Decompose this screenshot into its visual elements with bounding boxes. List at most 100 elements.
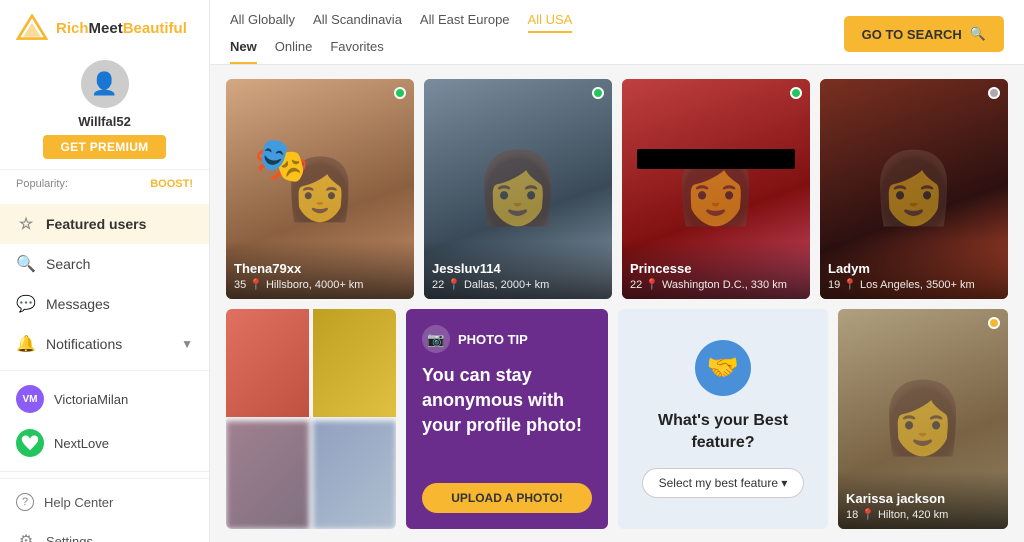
online-indicator <box>988 317 1000 329</box>
sidebar-item-search[interactable]: 🔍 Search <box>0 244 209 284</box>
star-icon: ☆ <box>16 214 36 234</box>
location: Hilton, 420 km <box>878 509 948 521</box>
location: Washington D.C., 330 km <box>662 279 787 291</box>
popularity-row: Popularity: BOOST! <box>0 170 209 194</box>
type-filter: New Online Favorites <box>230 39 572 64</box>
pin-icon: 📍 <box>249 278 263 291</box>
card-info: Princesse 22 📍 Washington D.C., 330 km <box>622 241 810 299</box>
age: 35 <box>234 279 246 291</box>
bottom-nav: ? Help Center ⚙ Settings ↪ Logout <box>0 478 209 542</box>
handshake-icon: 🤝 <box>695 340 751 396</box>
card-info: Jessluv114 22 📍 Dallas, 2000+ km <box>424 241 612 299</box>
card-name: Jessluv114 <box>432 261 604 276</box>
partner-nextlove[interactable]: NextLove <box>0 421 209 465</box>
small-card-1[interactable] <box>226 309 309 417</box>
camera-icon: 📷 <box>422 325 450 353</box>
user-card-karissa[interactable]: 👩 Karissa jackson 18 📍 Hilton, 420 km <box>838 309 1008 529</box>
main-header: All Globally All Scandinavia All East Eu… <box>210 0 1024 65</box>
photo-tip-header: 📷 PHOTO TIP <box>422 325 592 353</box>
search-icon: 🔍 <box>970 26 986 42</box>
user-card-thena[interactable]: 👩 🎭 Thena79xx 35 📍 Hillsboro, 4000+ km <box>226 79 414 299</box>
pin-icon: 📍 <box>843 278 857 291</box>
filter-tabs: All Globally All Scandinavia All East Eu… <box>230 12 572 64</box>
card-details: 22 📍 Washington D.C., 330 km <box>630 278 802 291</box>
card-info: Thena79xx 35 📍 Hillsboro, 4000+ km <box>226 241 414 299</box>
sidebar-item-featured[interactable]: ☆ Featured users <box>0 204 209 244</box>
region-all-globally[interactable]: All Globally <box>230 12 295 33</box>
go-to-search-button[interactable]: GO TO SEARCH 🔍 <box>844 16 1004 52</box>
vm-logo: VM <box>16 385 44 413</box>
sidebar-item-label: Notifications <box>46 336 122 352</box>
user-card-princesse[interactable]: 👩 Princesse 22 📍 Washington D.C., 330 km <box>622 79 810 299</box>
gear-icon: ⚙ <box>16 531 36 542</box>
second-row: 📷 PHOTO TIP You can stay anonymous with … <box>226 309 1008 529</box>
type-favorites[interactable]: Favorites <box>330 39 383 64</box>
small-card-2[interactable] <box>313 309 396 417</box>
main-nav: ☆ Featured users 🔍 Search 💬 Messages 🔔 N… <box>0 204 209 364</box>
photo-tip-title: PHOTO TIP <box>458 332 528 347</box>
age: 22 <box>630 279 642 291</box>
region-all-usa[interactable]: All USA <box>528 12 573 33</box>
sidebar-item-settings[interactable]: ⚙ Settings <box>0 521 209 542</box>
sidebar-item-helpcenter[interactable]: ? Help Center <box>0 483 209 521</box>
profile-section: 👤 Willfal52 GET PREMIUM <box>0 52 209 170</box>
censor-bar <box>637 149 795 169</box>
pin-icon: 📍 <box>447 278 461 291</box>
card-details: 19 📍 Los Angeles, 3500+ km <box>828 278 1000 291</box>
upload-photo-button[interactable]: UPLOAD A PHOTO! <box>422 483 592 513</box>
chevron-down-icon: ▼ <box>181 337 193 351</box>
pin-icon: 📍 <box>645 278 659 291</box>
sidebar-item-notifications[interactable]: 🔔 Notifications ▼ <box>0 324 209 364</box>
type-online[interactable]: Online <box>275 39 313 64</box>
location: Hillsboro, 4000+ km <box>266 279 364 291</box>
partner-label: NextLove <box>54 436 109 451</box>
username: Willfal52 <box>78 114 131 129</box>
region-filter: All Globally All Scandinavia All East Eu… <box>230 12 572 33</box>
user-cards-row: 👩 🎭 Thena79xx 35 📍 Hillsboro, 4000+ km 👩 <box>226 79 1008 299</box>
chat-icon: 💬 <box>16 294 36 314</box>
card-info: Karissa jackson 18 📍 Hilton, 420 km <box>838 471 1008 529</box>
select-feature-button[interactable]: Select my best feature ▾ <box>642 468 805 498</box>
boost-label: BOOST! <box>150 178 193 190</box>
online-indicator <box>592 87 604 99</box>
pin-icon: 📍 <box>861 508 875 521</box>
premium-button[interactable]: GET PREMIUM <box>43 135 167 159</box>
age: 22 <box>432 279 444 291</box>
location: Los Angeles, 3500+ km <box>860 279 975 291</box>
user-card-ladym[interactable]: 👩 Ladym 19 📍 Los Angeles, 3500+ km <box>820 79 1008 299</box>
nl-logo <box>16 429 44 457</box>
logo-area: RichMeetBeautiful <box>0 0 209 52</box>
card-name: Ladym <box>828 261 1000 276</box>
popularity-label: Popularity: <box>16 178 68 190</box>
partner-victoriamilan[interactable]: VM VictoriaMilan <box>0 377 209 421</box>
region-all-east-europe[interactable]: All East Europe <box>420 12 510 33</box>
sidebar-item-label: Search <box>46 256 90 272</box>
photo-tip-card: 📷 PHOTO TIP You can stay anonymous with … <box>406 309 608 529</box>
region-all-scandinavia[interactable]: All Scandinavia <box>313 12 402 33</box>
avatar: 👤 <box>81 60 129 108</box>
small-card-3[interactable] <box>226 421 309 529</box>
card-details: 35 📍 Hillsboro, 4000+ km <box>234 278 406 291</box>
card-info: Ladym 19 📍 Los Angeles, 3500+ km <box>820 241 1008 299</box>
online-indicator <box>790 87 802 99</box>
card-details: 22 📍 Dallas, 2000+ km <box>432 278 604 291</box>
card-name: Karissa jackson <box>846 491 1000 506</box>
card-name: Princesse <box>630 261 802 276</box>
card-name: Thena79xx <box>234 261 406 276</box>
user-card-jess[interactable]: 👩 Jessluv114 22 📍 Dallas, 2000+ km <box>424 79 612 299</box>
partner-label: VictoriaMilan <box>54 392 128 407</box>
small-card-4[interactable] <box>313 421 396 529</box>
search-icon: 🔍 <box>16 254 36 274</box>
best-feature-card: 🤝 What's your Best feature? Select my be… <box>618 309 828 529</box>
sidebar-item-messages[interactable]: 💬 Messages <box>0 284 209 324</box>
type-new[interactable]: New <box>230 39 257 64</box>
sidebar-item-label: Featured users <box>46 216 146 232</box>
sidebar-item-label: Messages <box>46 296 110 312</box>
main-panel: All Globally All Scandinavia All East Eu… <box>210 0 1024 542</box>
age: 19 <box>828 279 840 291</box>
card-details: 18 📍 Hilton, 420 km <box>846 508 1000 521</box>
go-search-label: GO TO SEARCH <box>862 27 962 42</box>
help-icon: ? <box>16 493 34 511</box>
online-indicator <box>988 87 1000 99</box>
location: Dallas, 2000+ km <box>464 279 549 291</box>
